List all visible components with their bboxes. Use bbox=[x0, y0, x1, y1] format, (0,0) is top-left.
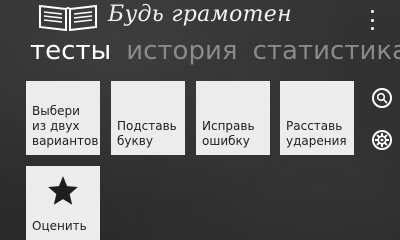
tile-label: Расставь ударения bbox=[286, 119, 347, 148]
tab-tests[interactable]: тесты bbox=[30, 34, 111, 68]
tile-label: Выбери из двух вариантов bbox=[32, 104, 99, 148]
search-button[interactable] bbox=[372, 88, 392, 108]
book-icon bbox=[39, 4, 97, 32]
tab-statistics[interactable]: статистика bbox=[253, 34, 400, 68]
settings-button[interactable] bbox=[372, 130, 392, 150]
tab-history[interactable]: история bbox=[126, 34, 237, 68]
tile-place-stress[interactable]: Расставь ударения bbox=[280, 81, 354, 155]
app-title: Будь грамотен bbox=[108, 2, 292, 27]
tile-label: Подставь букву bbox=[117, 119, 177, 148]
tile-label: Исправь ошибку bbox=[202, 119, 255, 148]
gear-icon bbox=[375, 133, 389, 147]
tile-fix-error[interactable]: Исправь ошибку bbox=[196, 81, 270, 155]
more-options-icon[interactable] bbox=[366, 10, 378, 30]
tile-rate[interactable]: Оценить bbox=[26, 166, 100, 240]
pivot-header: тесты история статистика bbox=[30, 34, 400, 68]
tile-label: Оценить bbox=[32, 219, 87, 233]
tile-insert-letter[interactable]: Подставь букву bbox=[111, 81, 185, 155]
tile-choose-from-two[interactable]: Выбери из двух вариантов bbox=[26, 81, 100, 155]
star-icon bbox=[48, 176, 78, 205]
search-icon bbox=[376, 92, 388, 104]
